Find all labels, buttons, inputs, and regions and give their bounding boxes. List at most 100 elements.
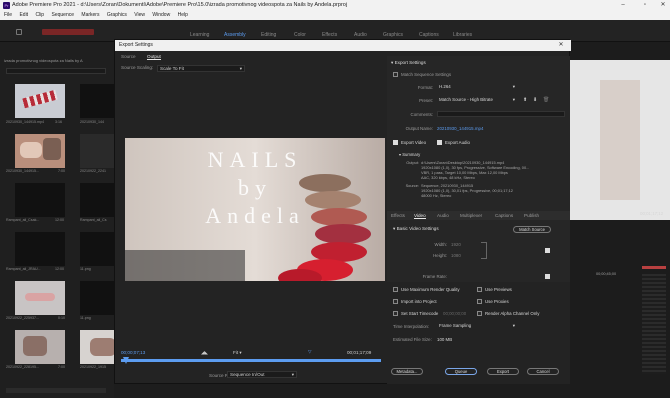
close-window-button[interactable]: ✕: [652, 0, 670, 11]
export-audio-checkbox[interactable]: [437, 140, 442, 145]
comments-label: Comments:: [410, 112, 433, 117]
width-label: Width:: [434, 242, 447, 247]
workspace-effects[interactable]: Effects: [322, 32, 337, 38]
menu-edit[interactable]: Edit: [19, 12, 28, 18]
thumb-4[interactable]: [15, 183, 65, 217]
match-sequence-checkbox[interactable]: [393, 72, 398, 77]
thumb-label: 20210922_2241: [80, 169, 106, 173]
workspace-audio[interactable]: Audio: [354, 32, 367, 38]
subtab-effects[interactable]: Effects: [391, 213, 405, 218]
chevron-down-icon: ▾: [239, 66, 242, 71]
source-scaling-value: Scale To Fit: [160, 66, 184, 71]
hands-shape: [90, 338, 116, 356]
thumb-6[interactable]: [15, 232, 65, 266]
source-scaling-dropdown[interactable]: Scale To Fit ▾: [157, 65, 245, 72]
workspace-captions[interactable]: Captions: [419, 32, 439, 38]
comments-input[interactable]: [437, 111, 565, 117]
dialog-close-button[interactable]: ✕: [556, 40, 566, 51]
subtab-publish[interactable]: Publish: [524, 213, 539, 218]
source-range-dropdown[interactable]: Sequence In/Out ▾: [227, 371, 297, 378]
output-name-link[interactable]: 20210930_144915.mp4: [437, 126, 483, 131]
menu-view[interactable]: View: [134, 12, 145, 18]
export-video-checkbox[interactable]: [393, 140, 398, 145]
format-dropdown[interactable]: H.264 ▾: [437, 84, 517, 91]
summary-output-label: Output:: [406, 160, 419, 165]
project-search-input[interactable]: [6, 68, 106, 74]
timecode-in[interactable]: 00;00;07;13: [121, 350, 145, 355]
thumb-10[interactable]: [15, 330, 65, 364]
menu-graphics[interactable]: Graphics: [107, 12, 127, 18]
start-timecode-value[interactable]: 00;00;00;00: [443, 311, 466, 316]
chevron-down-icon: ▾: [291, 372, 294, 377]
rec-indicator: [42, 29, 94, 35]
thumb-2[interactable]: [15, 134, 65, 168]
menu-window[interactable]: Window: [152, 12, 170, 18]
scrub-bar[interactable]: [121, 359, 381, 362]
tab-output[interactable]: Output: [147, 54, 161, 60]
thumb-8[interactable]: [15, 281, 65, 315]
thumb-label: Rampant_ali_JRAU...: [6, 267, 41, 271]
premiere-app-icon: Pr: [3, 2, 10, 9]
queue-button[interactable]: Queue: [445, 368, 477, 375]
subtab-multiplexer[interactable]: Multiplexer: [460, 213, 482, 218]
subtab-video[interactable]: Video: [414, 213, 426, 219]
subtab-audio[interactable]: Audio: [437, 213, 449, 218]
menu-clip[interactable]: Clip: [35, 12, 44, 18]
import-preset-icon[interactable]: ⬇: [533, 97, 537, 103]
home-icon[interactable]: [16, 29, 22, 35]
dialog-title: Export Settings: [115, 40, 571, 51]
max-render-checkbox[interactable]: [393, 287, 398, 292]
workspace-graphics[interactable]: Graphics: [383, 32, 403, 38]
width-height-checkbox[interactable]: [545, 248, 550, 253]
width-value[interactable]: 1920: [451, 242, 461, 247]
project-footer-toolbar: [6, 388, 106, 393]
start-timecode-checkbox[interactable]: [393, 311, 398, 316]
menu-help[interactable]: Help: [178, 12, 188, 18]
workspace-assembly[interactable]: Assembly: [224, 32, 246, 38]
subtab-captions[interactable]: Captions: [495, 213, 513, 218]
minimize-button[interactable]: –: [612, 0, 634, 11]
export-preview: NAILS by Andela: [125, 138, 385, 281]
time-interp-dropdown[interactable]: Frame Sampling ▾: [437, 323, 517, 330]
delete-preset-icon[interactable]: 🗑: [543, 97, 549, 103]
frame-rate-label: Frame Rate:: [422, 274, 447, 279]
workspace-editing[interactable]: Editing: [261, 32, 276, 38]
export-video-label: Export Video: [401, 140, 427, 145]
cancel-button[interactable]: Cancel: [527, 368, 559, 375]
menu-sequence[interactable]: Sequence: [51, 12, 74, 18]
thumb-0[interactable]: [15, 84, 65, 118]
summary-heading-text: Summary: [402, 152, 421, 157]
menu-markers[interactable]: Markers: [81, 12, 99, 18]
export-button[interactable]: Export: [487, 368, 519, 375]
preset-value: Match Source - High Bitrate: [439, 97, 493, 102]
export-audio-label: Export Audio: [445, 140, 470, 145]
menu-file[interactable]: File: [4, 12, 12, 18]
mark-in-icon[interactable]: ◢◣: [201, 350, 208, 356]
format-value: H.264: [439, 84, 451, 89]
zoom-dropdown[interactable]: Fit ▾: [233, 350, 242, 356]
alpha-only-checkbox[interactable]: [477, 311, 482, 316]
frame-rate-checkbox[interactable]: [545, 274, 550, 279]
thumb-label: 20210930_144915...: [6, 169, 39, 173]
height-value[interactable]: 1080: [451, 253, 461, 258]
match-source-button[interactable]: Match Source: [513, 226, 551, 233]
workspace-color[interactable]: Color: [294, 32, 306, 38]
import-project-checkbox[interactable]: [393, 299, 398, 304]
metadata-button[interactable]: Metadata...: [391, 368, 423, 375]
workspace-learning[interactable]: Learning: [190, 32, 209, 38]
save-preset-icon[interactable]: ⬆: [523, 97, 527, 103]
tab-source[interactable]: Source: [121, 54, 136, 59]
link-aspect-icon[interactable]: [481, 242, 487, 259]
workspace-libraries[interactable]: Libraries: [453, 32, 472, 38]
use-previews-checkbox[interactable]: [477, 287, 482, 292]
summary-heading[interactable]: ▾ Summary: [399, 152, 420, 157]
marker-icon[interactable]: ▽: [308, 349, 312, 355]
summary-source-line: 48000 Hz, Stereo: [421, 193, 452, 198]
basic-video-heading-text: Basic Video Settings: [396, 226, 439, 231]
export-settings-heading[interactable]: ▾ Export Settings: [391, 60, 426, 66]
nail-shape: [25, 293, 55, 301]
start-timecode-label: Set Start Timecode: [401, 311, 439, 316]
basic-video-heading[interactable]: ▾ Basic Video Settings: [393, 226, 439, 232]
preset-dropdown[interactable]: Match Source - High Bitrate ▾: [437, 97, 517, 104]
use-proxies-checkbox[interactable]: [477, 299, 482, 304]
